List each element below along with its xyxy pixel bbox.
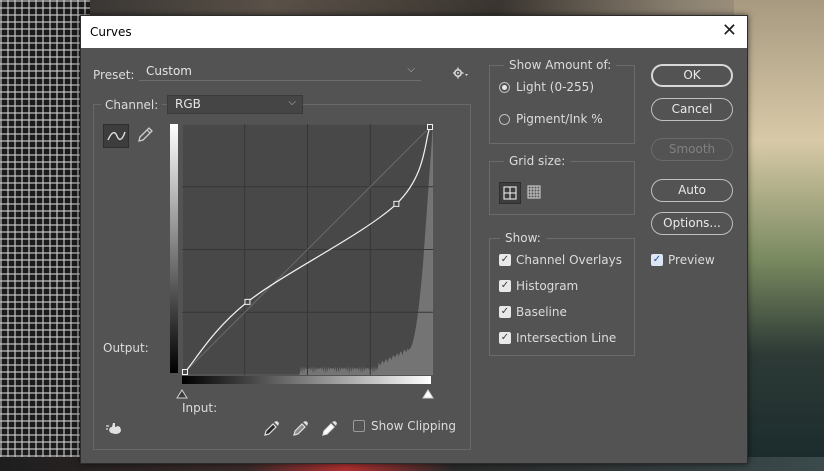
preview-label: Preview [668,253,715,267]
white-eyedropper-icon[interactable] [321,419,339,440]
output-gradient [170,124,178,373]
grid-size-title: Grid size: [504,154,571,168]
chevron-down-icon: ⌵ [407,64,415,75]
pigment-radio[interactable] [499,114,510,125]
curve-point[interactable] [182,369,188,375]
baseline-label: Baseline [516,305,567,319]
gray-eyedropper-icon[interactable] [292,419,310,440]
chevron-down-icon: ⌵ [288,97,296,108]
preview-checkbox[interactable]: ✓ [651,254,663,266]
show-clipping-label: Show Clipping [371,419,457,433]
cancel-button[interactable]: Cancel [651,98,733,121]
intersection-line-label: Intersection Line [516,331,617,345]
black-eyedropper-icon[interactable] [263,419,281,440]
show-amount-group: Show Amount of: [489,58,635,144]
black-point-slider[interactable] [176,388,188,402]
curve-point[interactable] [244,298,251,305]
detailed-grid-icon [527,185,541,199]
curve-point-tool-icon [107,131,126,141]
intersection-line-checkbox[interactable]: ✓ [499,332,511,344]
light-radio-label: Light (0-255) [516,80,594,94]
preset-label: Preset: [93,68,135,82]
auto-button[interactable]: Auto [651,179,733,202]
white-point-slider[interactable] [422,388,434,402]
histogram-checkbox[interactable]: ✓ [499,280,511,292]
simple-grid-button[interactable] [499,182,521,204]
input-gradient [182,376,431,384]
preset-dropdown[interactable]: Custom ⌵ [139,63,421,81]
curves-dialog: Curves ✕ Preset: Custom ⌵ Channel: RGB ⌵ [80,15,748,464]
show-amount-title: Show Amount of: [504,58,617,72]
gear-icon[interactable] [452,67,469,82]
curve-point[interactable] [393,200,400,207]
hand-adjust-icon[interactable] [105,420,125,439]
output-label: Output: [103,341,149,355]
curve-graph[interactable] [182,124,433,375]
curve-point[interactable] [427,124,433,130]
pigment-radio-label: Pigment/Ink % [516,112,603,126]
channel-dropdown[interactable]: RGB ⌵ [167,95,303,114]
channel-label: Channel: [101,98,163,112]
curve-point-tool[interactable] [103,124,129,148]
show-title: Show: [500,231,546,245]
simple-grid-icon [503,186,517,200]
smooth-button[interactable]: Smooth [651,138,733,161]
pencil-icon[interactable] [136,126,154,147]
baseline-checkbox[interactable]: ✓ [499,306,511,318]
show-clipping-checkbox[interactable] [353,420,365,432]
ok-button[interactable]: OK [651,64,733,87]
options-button[interactable]: Options... [651,212,733,235]
detailed-grid-button[interactable] [524,182,546,204]
dialog-title: Curves [90,25,132,39]
histogram-label: Histogram [516,279,579,293]
channel-overlays-label: Channel Overlays [516,253,622,267]
light-radio[interactable] [499,82,510,93]
close-icon[interactable]: ✕ [722,21,737,41]
channel-value: RGB [175,97,201,111]
preset-value: Custom [146,64,192,78]
input-label: Input: [182,401,218,415]
background-grille [0,0,90,471]
title-bar: Curves ✕ [81,16,747,48]
channel-overlays-checkbox[interactable]: ✓ [499,254,511,266]
